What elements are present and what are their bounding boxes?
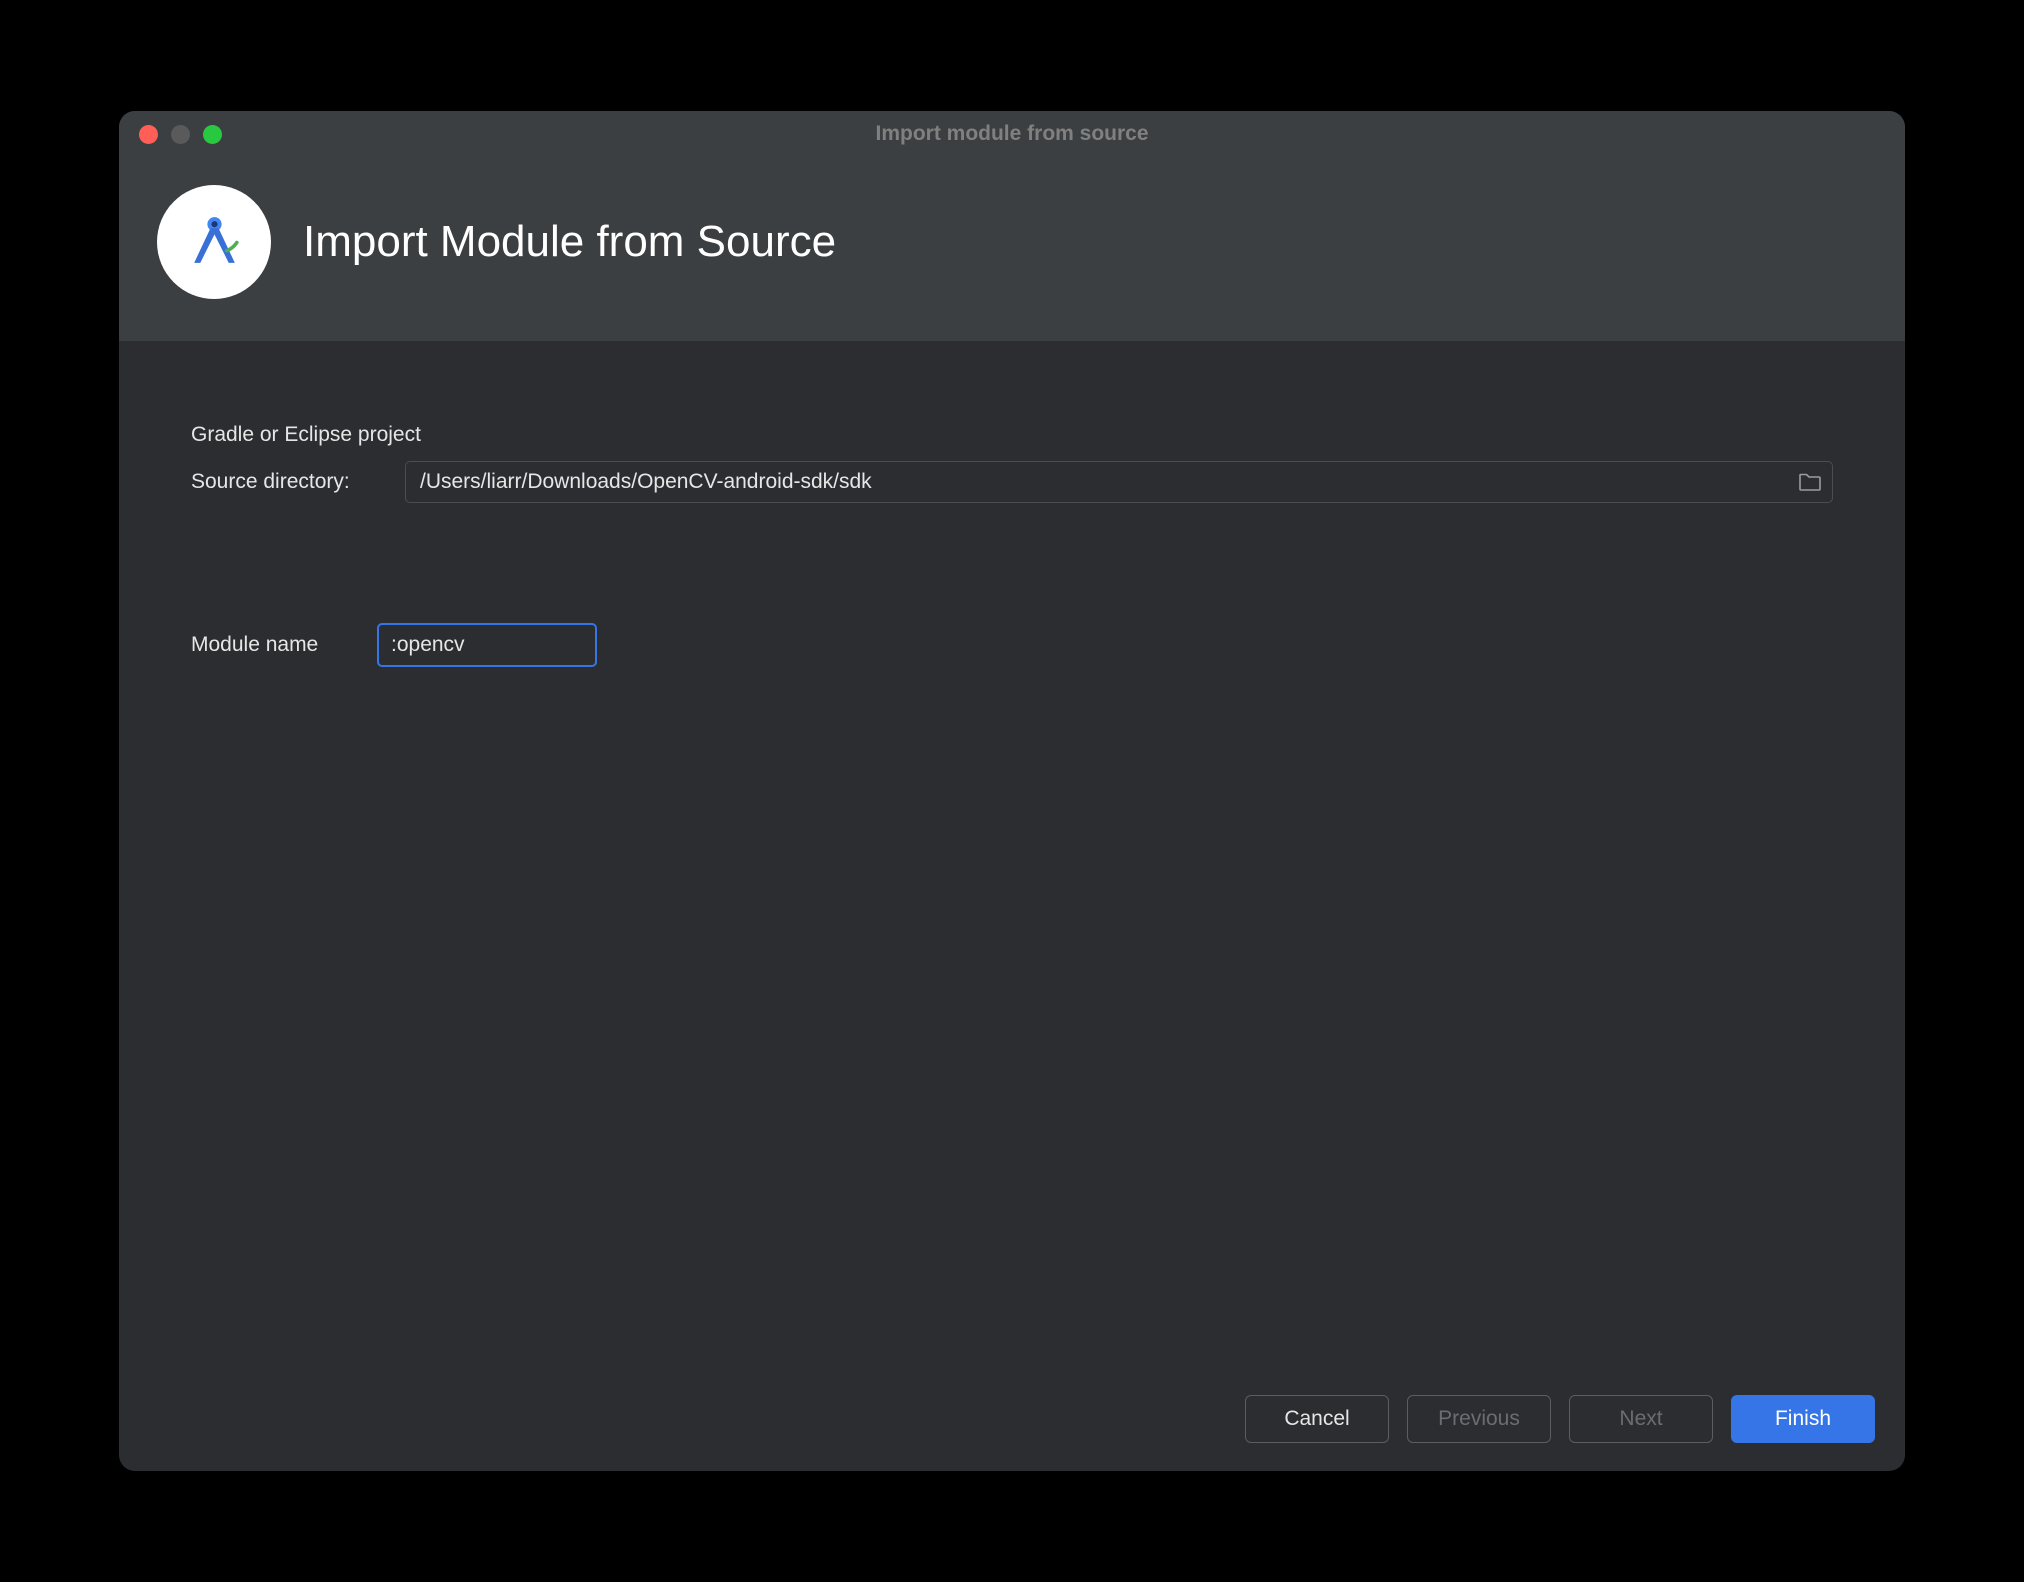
- titlebar: Import module from source: [119, 111, 1905, 157]
- dialog-window: Import module from source Import Module …: [119, 111, 1905, 1471]
- minimize-icon: [171, 125, 190, 144]
- source-directory-input[interactable]: [405, 461, 1833, 503]
- folder-icon: [1798, 472, 1822, 492]
- dialog-footer: Cancel Previous Next Finish: [119, 1375, 1905, 1471]
- close-icon[interactable]: [139, 125, 158, 144]
- next-button: Next: [1569, 1395, 1713, 1443]
- dialog-title: Import Module from Source: [303, 217, 836, 267]
- module-name-input[interactable]: [377, 623, 597, 667]
- source-directory-input-wrap: [405, 461, 1833, 503]
- section-label: Gradle or Eclipse project: [191, 423, 1833, 447]
- dialog-header: Import Module from Source: [119, 157, 1905, 341]
- browse-folder-button[interactable]: [1797, 469, 1823, 495]
- android-studio-icon: [157, 185, 271, 299]
- previous-button: Previous: [1407, 1395, 1551, 1443]
- traffic-lights: [119, 125, 222, 144]
- dialog-content: Gradle or Eclipse project Source directo…: [119, 341, 1905, 1375]
- compass-icon: [182, 210, 247, 275]
- finish-button[interactable]: Finish: [1731, 1395, 1875, 1443]
- cancel-button[interactable]: Cancel: [1245, 1395, 1389, 1443]
- module-name-row: Module name: [191, 623, 1833, 667]
- window-title: Import module from source: [875, 122, 1148, 146]
- source-directory-label: Source directory:: [191, 470, 405, 494]
- module-name-label: Module name: [191, 633, 377, 657]
- source-directory-row: Source directory:: [191, 461, 1833, 503]
- maximize-icon[interactable]: [203, 125, 222, 144]
